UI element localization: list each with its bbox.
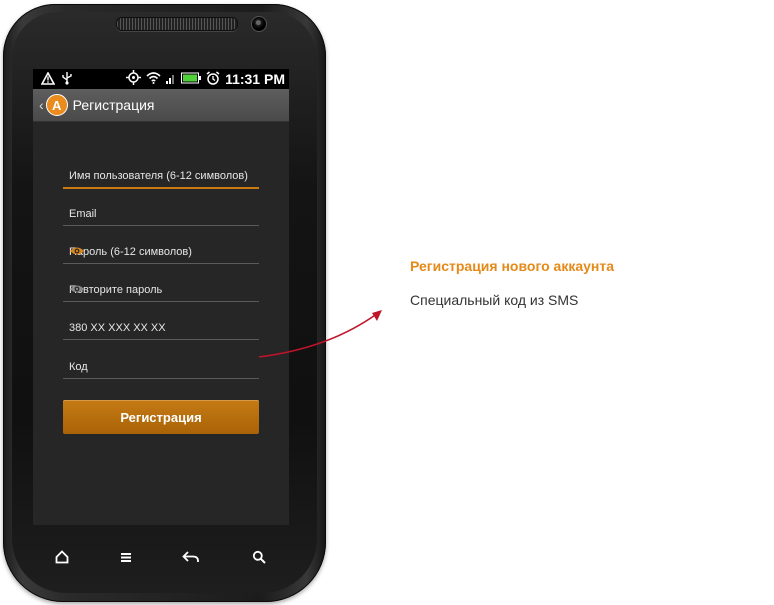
callout-arrow	[258, 310, 382, 358]
annotation-subtitle: Специальный код из SMS	[410, 292, 579, 308]
annotation-title: Регистрация нового аккаунта	[410, 258, 615, 274]
